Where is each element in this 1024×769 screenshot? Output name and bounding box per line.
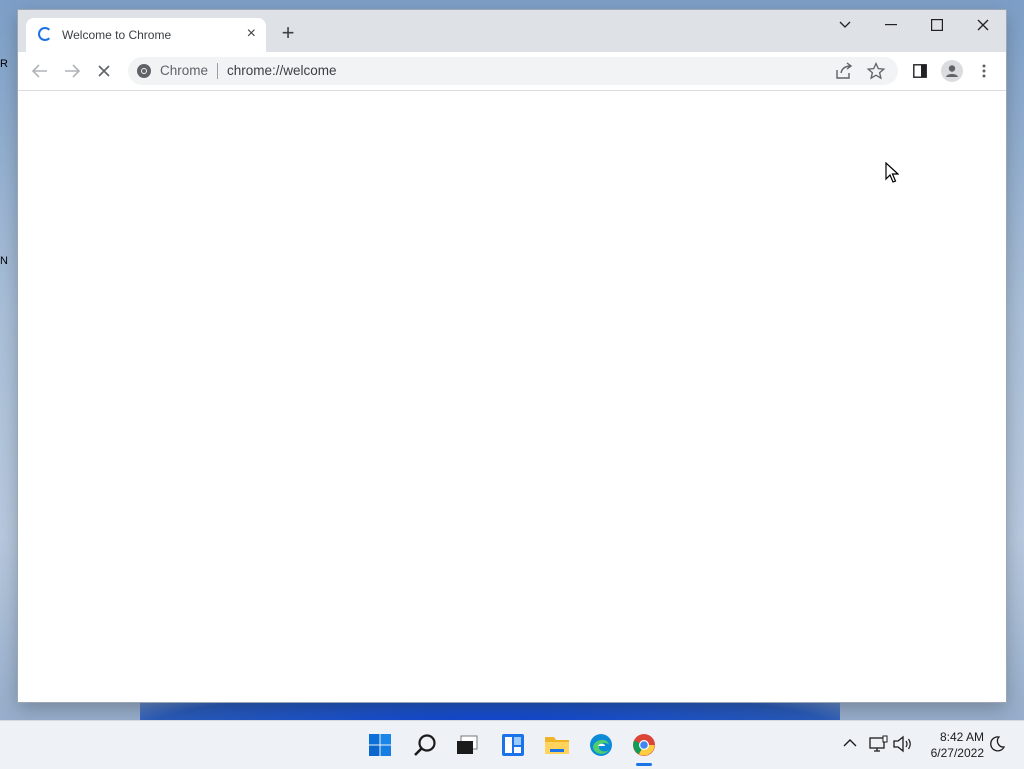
profile-avatar-icon <box>941 60 963 82</box>
notifications-moon-icon[interactable] <box>988 735 1006 753</box>
side-panel-button[interactable] <box>906 58 934 84</box>
mouse-cursor-icon <box>885 162 899 183</box>
more-vertical-icon <box>982 64 986 78</box>
chrome-window: Welcome to Chrome × + Chrome chrome://we… <box>18 10 1006 702</box>
tab-title: Welcome to Chrome <box>62 28 172 42</box>
back-button[interactable] <box>26 58 54 84</box>
task-view-button[interactable] <box>451 729 483 761</box>
widgets-button[interactable] <box>497 729 529 761</box>
start-icon <box>369 734 391 756</box>
forward-arrow-icon <box>65 64 80 78</box>
loading-spinner-icon <box>38 27 52 41</box>
minimize-button[interactable] <box>868 10 914 40</box>
desktop-icon-label-fragment: N <box>0 255 8 267</box>
desktop-icon-label-fragment: R <box>0 58 8 70</box>
share-icon[interactable] <box>834 62 854 80</box>
chevron-down-icon <box>839 21 851 28</box>
chrome-page-icon <box>137 64 151 78</box>
start-button[interactable] <box>364 729 396 761</box>
browser-toolbar: Chrome chrome://welcome <box>18 52 1006 91</box>
clock-time: 8:42 AM <box>939 730 984 744</box>
close-window-button[interactable] <box>960 10 1006 40</box>
profile-button[interactable] <box>938 58 966 84</box>
new-tab-button[interactable]: + <box>276 22 300 46</box>
search-button[interactable] <box>409 729 441 761</box>
page-content <box>18 91 1006 702</box>
file-explorer-icon <box>545 737 569 754</box>
tab-welcome[interactable]: Welcome to Chrome × <box>26 18 266 52</box>
chrome-icon <box>633 734 655 756</box>
clock-date: 6/27/2022 <box>930 746 984 760</box>
edge-icon <box>590 734 612 756</box>
menu-button[interactable] <box>970 58 998 84</box>
url-text[interactable]: chrome://welcome <box>227 63 337 78</box>
widgets-icon <box>502 734 524 756</box>
task-view-icon <box>457 735 478 754</box>
taskbar: 8:42 AM 6/27/2022 <box>0 720 1024 769</box>
stop-icon <box>98 65 110 77</box>
system-clock[interactable]: 8:42 AM 6/27/2022 <box>920 729 984 761</box>
side-panel-icon <box>913 64 927 78</box>
network-icon[interactable] <box>868 735 888 753</box>
search-icon <box>414 734 436 756</box>
chevron-up-icon[interactable] <box>842 735 858 751</box>
tab-strip: Welcome to Chrome × + <box>18 10 1006 52</box>
file-explorer-button[interactable] <box>541 729 573 761</box>
omnibox-divider <box>217 63 218 79</box>
maximize-button[interactable] <box>914 10 960 40</box>
forward-button[interactable] <box>58 58 86 84</box>
back-arrow-icon <box>32 64 47 78</box>
address-bar[interactable]: Chrome chrome://welcome <box>128 57 898 85</box>
active-app-indicator <box>636 763 652 766</box>
chrome-taskbar-button[interactable] <box>628 729 660 761</box>
minimize-icon <box>885 24 897 26</box>
volume-icon[interactable] <box>892 735 912 753</box>
bookmark-star-icon[interactable] <box>866 62 886 80</box>
tab-search-button[interactable] <box>822 10 868 40</box>
tab-close-button[interactable]: × <box>247 26 256 42</box>
edge-button[interactable] <box>585 729 617 761</box>
stop-loading-button[interactable] <box>90 58 118 84</box>
close-icon <box>977 19 989 31</box>
maximize-icon <box>931 19 943 31</box>
site-chip-label: Chrome <box>160 63 209 78</box>
